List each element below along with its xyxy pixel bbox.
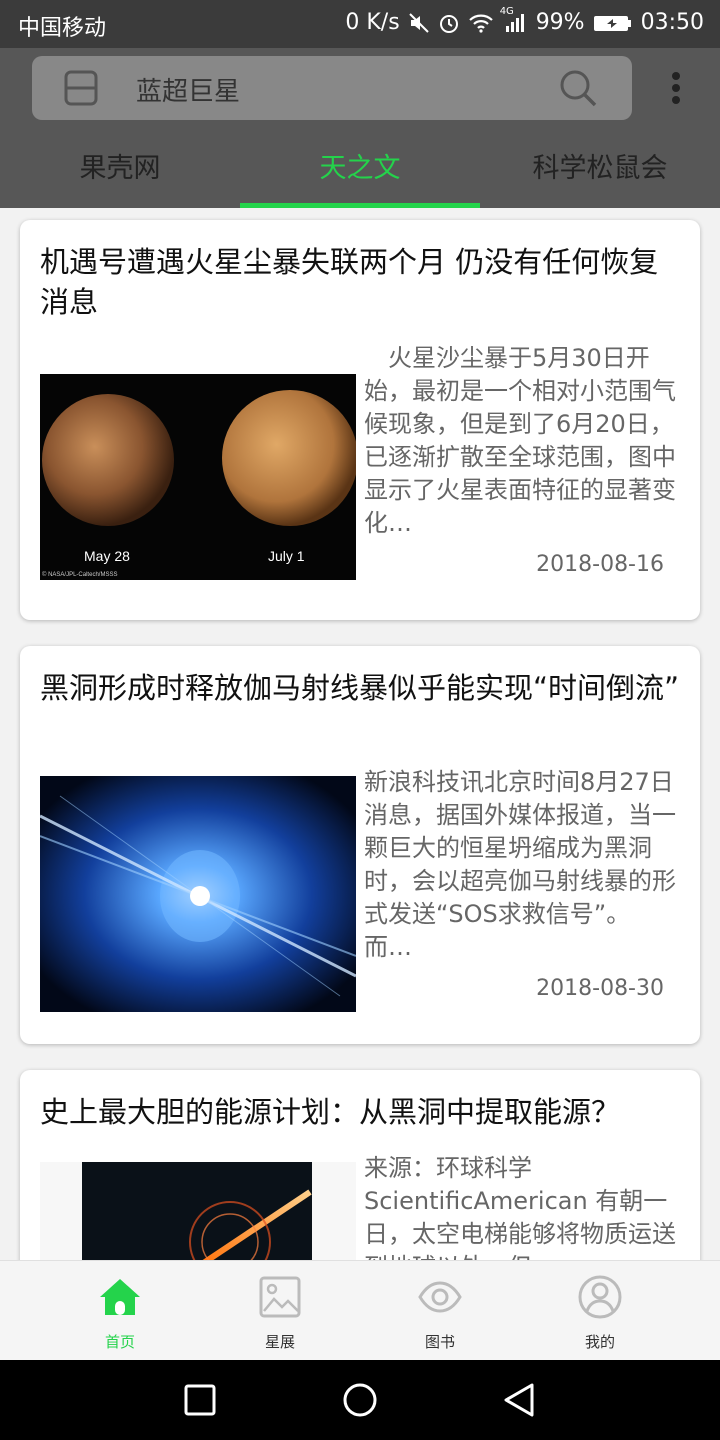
article-date: 2018-08-16 <box>536 552 664 577</box>
article-thumbnail <box>40 776 356 1012</box>
battery-percent: 99% <box>535 10 585 35</box>
wifi-icon <box>468 12 494 34</box>
article-summary: 来源：环球科学ScientificAmerican 有朝一日，太空电梯能够将物质… <box>364 1154 676 1260</box>
signal-type: 4G <box>499 5 514 17</box>
article-title: 机遇号遭遇火星尘暴失联两个月 仍没有任何恢复消息 <box>40 245 659 319</box>
recent-apps-icon[interactable] <box>184 1384 216 1420</box>
nav-label: 我的 <box>584 1333 615 1351</box>
more-options-icon[interactable] <box>668 68 684 112</box>
tab-songshuhui[interactable]: 科学松鼠会 <box>480 140 720 208</box>
alarm-icon <box>438 12 460 34</box>
home-icon <box>98 1275 142 1319</box>
eye-icon <box>418 1275 462 1319</box>
search-icon[interactable] <box>558 68 598 112</box>
app-header: 蓝超巨星 果壳网 天之文 科学松鼠会 <box>0 48 720 208</box>
card-icon[interactable] <box>64 70 98 110</box>
article-card[interactable]: 黑洞形成时释放伽马射线暴似乎能实现“时间倒流” 新浪科技讯北京时间8月27日消息… <box>20 646 700 1044</box>
back-icon[interactable] <box>502 1382 538 1422</box>
nav-label: 首页 <box>104 1333 135 1351</box>
article-summary: 火星沙尘暴于5月30日开始，最初是一个相对小范围气候现象，但是到了6月20日，已… <box>364 344 676 537</box>
image-icon <box>258 1275 302 1319</box>
nav-profile[interactable]: 我的 <box>520 1261 680 1361</box>
tab-label: 天之文 <box>319 153 401 184</box>
article-date: 2018-08-30 <box>536 976 664 1001</box>
article-thumbnail: May 28 July 1 © NASA/JPL-Caltech/MSSS <box>40 360 356 596</box>
status-bar: 中国移动 0 K/s 4G 99% 03:50 <box>0 0 720 48</box>
nav-label: 星展 <box>264 1333 295 1351</box>
nav-books[interactable]: 图书 <box>360 1261 520 1361</box>
clock: 03:50 <box>640 10 704 35</box>
image-caption-right: July 1 <box>268 548 305 564</box>
article-list[interactable]: 机遇号遭遇火星尘暴失联两个月 仍没有任何恢复消息 May 28 July 1 ©… <box>0 208 720 1260</box>
battery-icon <box>593 12 633 34</box>
search-input[interactable]: 蓝超巨星 <box>136 71 240 108</box>
tab-guokr[interactable]: 果壳网 <box>0 140 240 208</box>
home-button-icon[interactable] <box>342 1382 378 1422</box>
tab-label: 果壳网 <box>79 153 161 184</box>
tab-tianzhiwen[interactable]: 天之文 <box>240 140 480 208</box>
category-tabs: 果壳网 天之文 科学松鼠会 <box>0 140 720 208</box>
net-speed: 0 K/s <box>345 10 400 35</box>
user-icon <box>578 1275 622 1319</box>
image-credit: © NASA/JPL-Caltech/MSSS <box>42 571 117 578</box>
article-thumbnail <box>40 1162 356 1260</box>
tab-label: 科学松鼠会 <box>532 153 668 184</box>
search-bar[interactable]: 蓝超巨星 <box>32 56 632 120</box>
signal-icon: 4G <box>500 6 528 34</box>
carrier-name: 中国移动 <box>18 16 107 41</box>
nav-home[interactable]: 首页 <box>40 1261 200 1361</box>
mute-icon <box>408 12 430 34</box>
article-card[interactable]: 机遇号遭遇火星尘暴失联两个月 仍没有任何恢复消息 May 28 July 1 ©… <box>20 220 700 620</box>
article-card[interactable]: 史上最大胆的能源计划：从黑洞中提取能源？ 来源：环球科学ScientificAm… <box>20 1070 700 1260</box>
article-summary: 新浪科技讯北京时间8月27日消息，据国外媒体报道，当一颗巨大的恒星坍缩成为黑洞时… <box>364 768 676 961</box>
image-caption-left: May 28 <box>84 548 130 564</box>
article-title: 史上最大胆的能源计划：从黑洞中提取能源？ <box>40 1095 621 1129</box>
system-nav-bar <box>0 1360 720 1440</box>
bottom-nav: 首页 星展 图书 我的 <box>0 1260 720 1361</box>
nav-label: 图书 <box>424 1333 455 1351</box>
article-title: 黑洞形成时释放伽马射线暴似乎能实现“时间倒流” <box>40 671 680 705</box>
nav-gallery[interactable]: 星展 <box>200 1261 360 1361</box>
